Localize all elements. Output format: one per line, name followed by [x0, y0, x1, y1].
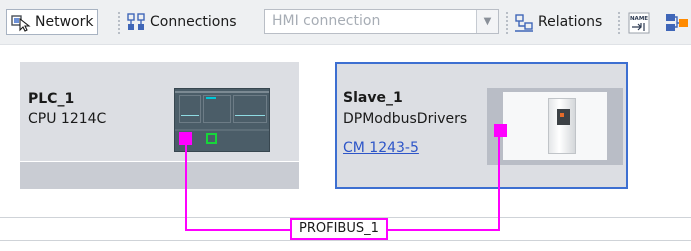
slave-device-image — [487, 88, 623, 166]
profibus-label[interactable]: PROFIBUS_1 — [290, 218, 388, 240]
device-name: PLC_1 — [28, 91, 75, 107]
drive-body — [548, 98, 576, 154]
plc-module — [179, 95, 201, 123]
svg-text:NAME: NAME — [630, 16, 648, 22]
device-type: DPModbusDrivers — [343, 111, 468, 127]
network-button-label: Network — [35, 14, 94, 30]
profibus-port[interactable] — [179, 132, 192, 145]
drive-indicator — [560, 113, 564, 117]
network-overview-icon — [664, 12, 688, 32]
chevron-down-icon[interactable]: ▼ — [476, 10, 498, 33]
toolbar-separator — [618, 12, 620, 34]
name-tag-icon: NAME — [628, 12, 650, 34]
toolbar-separator — [506, 12, 508, 34]
device-type: CPU 1214C — [28, 111, 107, 127]
connection-type-dropdown[interactable]: HMI connection ▼ — [264, 9, 499, 34]
profibus-port[interactable] — [494, 124, 507, 137]
plc-housing-stripe — [175, 91, 269, 93]
relations-icon — [514, 12, 534, 32]
profibus-drop-plc — [185, 145, 187, 231]
device-footer — [20, 162, 299, 189]
plc-housing-stripe — [175, 129, 269, 131]
connections-button[interactable]: Connections — [126, 9, 237, 35]
plc-status-led — [181, 115, 199, 116]
network-button[interactable]: Network — [6, 9, 99, 35]
profibus-drop-slave — [498, 135, 500, 231]
connections-button-label: Connections — [150, 14, 237, 30]
device-name: Slave_1 — [343, 90, 403, 106]
plc-module — [203, 95, 231, 123]
bus-rail — [0, 240, 691, 241]
device-slave-1[interactable]: Slave_1 DPModbusDrivers CM 1243-5 — [335, 62, 628, 189]
name-tag-button[interactable]: NAME — [628, 10, 650, 34]
network-canvas[interactable]: PLC_1 CPU 1214C Slave_1 DPModbusDrivers … — [0, 45, 691, 251]
module-link[interactable]: CM 1243-5 — [343, 140, 419, 156]
drive-image — [503, 92, 607, 160]
network-toolbar: Network Connections HMI connection ▼ Rel… — [0, 0, 691, 45]
device-footer — [337, 165, 626, 187]
drive-display — [557, 109, 570, 125]
toolbar-separator — [118, 12, 120, 34]
connection-type-value: HMI connection — [272, 13, 381, 29]
network-overview-button[interactable] — [664, 10, 688, 34]
plc-module — [233, 95, 267, 123]
network-cursor-icon — [11, 12, 31, 32]
relations-button[interactable]: Relations — [514, 9, 602, 35]
plc-status-led — [206, 97, 216, 99]
network-view: Network Connections HMI connection ▼ Rel… — [0, 0, 691, 251]
profinet-port[interactable] — [206, 133, 217, 144]
plc-status-led — [235, 115, 265, 116]
connections-icon — [126, 12, 146, 32]
relations-button-label: Relations — [538, 14, 603, 30]
device-plc-1[interactable]: PLC_1 CPU 1214C — [20, 62, 299, 189]
